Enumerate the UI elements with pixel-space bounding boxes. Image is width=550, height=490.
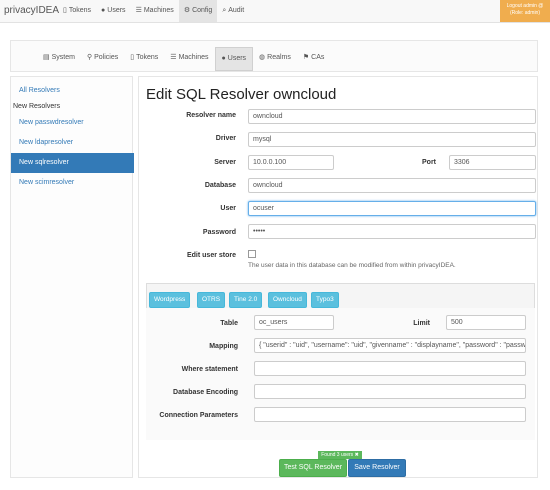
tab-users[interactable]: ● Users [214, 47, 254, 71]
tab-machines-label: Machines [178, 54, 209, 61]
limit-input[interactable]: 500 [446, 315, 526, 330]
sidebar-item-all-resolvers[interactable]: All Resolvers [11, 81, 134, 101]
resolver-name-label: Resolver name [186, 112, 236, 119]
sidebar-item-new-ldapresolver[interactable]: New ldapresolver [11, 133, 134, 153]
tab-policies-label: Policies [94, 54, 119, 61]
preset-typo3-button[interactable]: Typo3 [311, 292, 339, 308]
table-label: Table [220, 320, 238, 327]
nav-machines[interactable]: ☰ Machines [131, 0, 179, 22]
driver-label: Driver [215, 135, 236, 142]
tab-policies[interactable]: ⚲ Policies [81, 47, 124, 69]
top-navbar: privacyIDEA ▯ Tokens ● Users ☰ Machines … [0, 0, 550, 23]
list-icon: ☰ [135, 7, 142, 14]
nav-users-label: Users [107, 7, 126, 14]
user-label: User [220, 205, 236, 212]
table-input[interactable]: oc_users [254, 315, 334, 330]
nav-audit[interactable]: ⌕ Audit [217, 0, 249, 22]
mobile-icon: ▯ [63, 7, 67, 14]
edit-user-store-help: The user data in this database can be mo… [248, 262, 456, 269]
logout-line2: (Role: admin) [509, 10, 540, 16]
found-users-badge: Found 3 users ✖ [318, 451, 362, 459]
nav-tokens[interactable]: ▯ Tokens [58, 0, 96, 22]
sidebar-item-new-passwdresolver[interactable]: New passwdresolver [11, 113, 134, 133]
gear-icon: ⚙ [183, 7, 191, 14]
sidebar-item-new-sqlresolver[interactable]: New sqlresolver [11, 153, 134, 173]
flag-icon: ⚑ [302, 54, 310, 61]
connection-parameters-label: Connection Parameters [159, 412, 238, 419]
page-title: Edit SQL Resolver owncloud [146, 86, 337, 103]
server-label: Server [214, 159, 236, 166]
password-input[interactable]: ••••• [248, 224, 536, 239]
tab-users-label: Users [227, 55, 247, 62]
password-label: Password [202, 229, 236, 236]
database-encoding-label: Database Encoding [173, 389, 238, 396]
resolver-name-input[interactable]: owncloud [248, 109, 536, 124]
nav-machines-label: Machines [143, 7, 174, 14]
where-statement-label: Where statement [181, 366, 238, 373]
mapping-label: Mapping [209, 343, 238, 350]
tab-system[interactable]: ▤ System [37, 47, 81, 69]
database-encoding-input[interactable] [254, 384, 526, 399]
server-input[interactable]: 10.0.0.100 [248, 155, 334, 170]
tab-tokens[interactable]: ▯ Tokens [124, 47, 164, 69]
preset-wordpress-button[interactable]: Wordpress [149, 292, 191, 308]
list-icon: ☰ [170, 54, 177, 61]
resolver-sidebar: All Resolvers New Resolvers New passwdre… [10, 76, 134, 478]
tab-cas[interactable]: ⚑ CAs [297, 47, 331, 69]
database-input[interactable]: owncloud [248, 178, 536, 193]
config-subnav: ▤ System ⚲ Policies ▯ Tokens ☰ Machines … [10, 40, 538, 72]
search-icon: ⌕ [222, 7, 227, 14]
nav-audit-label: Audit [228, 7, 245, 14]
port-input[interactable]: 3306 [449, 155, 536, 170]
test-sql-resolver-button[interactable]: Test SQL Resolver [279, 459, 347, 477]
tab-tokens-label: Tokens [136, 54, 159, 61]
save-resolver-button[interactable]: Save Resolver [348, 459, 406, 477]
tab-machines[interactable]: ☰ Machines [164, 47, 214, 69]
policy-icon: ⚲ [86, 54, 93, 61]
sidebar-header-new-resolvers: New Resolvers [13, 103, 61, 110]
top-nav: ▯ Tokens ● Users ☰ Machines ⚙ Config ⌕ A… [58, 0, 249, 22]
nav-config-label: Config [192, 7, 213, 14]
limit-label: Limit [413, 320, 430, 327]
edit-user-store-label: Edit user store [186, 252, 236, 259]
brand[interactable]: privacyIDEA [4, 5, 59, 16]
preset-owncloud-button[interactable]: Owncloud [268, 292, 307, 308]
port-label: Port [422, 159, 436, 166]
globe-icon: ◍ [259, 54, 266, 61]
mapping-input[interactable]: { "userid" : "uid", "username": "uid", "… [254, 338, 526, 353]
connection-parameters-input[interactable] [254, 407, 526, 422]
logout-line1: Logout admin @ [506, 3, 544, 9]
user-icon: ● [221, 55, 226, 62]
tab-realms[interactable]: ◍ Realms [253, 47, 297, 69]
user-icon: ● [101, 7, 106, 14]
tab-realms-label: Realms [267, 54, 291, 61]
tab-cas-label: CAs [311, 54, 325, 61]
user-input[interactable]: ocuser [248, 201, 536, 216]
database-label: Database [204, 182, 236, 189]
edit-user-store-checkbox[interactable] [248, 250, 256, 258]
nav-config[interactable]: ⚙ Config [178, 0, 218, 22]
nav-tokens-label: Tokens [68, 7, 92, 14]
preset-tine-button[interactable]: Tine 2.0 [229, 292, 263, 308]
sidebar-item-new-scimresolver[interactable]: New scimresolver [11, 173, 134, 193]
nav-users[interactable]: ● Users [96, 0, 131, 22]
driver-input[interactable]: mysql [248, 132, 536, 147]
tab-system-label: System [51, 54, 75, 61]
system-icon: ▤ [43, 54, 50, 61]
where-statement-input[interactable] [254, 361, 526, 376]
mobile-icon: ▯ [130, 54, 135, 61]
logout-button[interactable]: Logout admin @ (Role: admin) [500, 0, 550, 22]
preset-otrs-button[interactable]: OTRS [197, 292, 226, 308]
